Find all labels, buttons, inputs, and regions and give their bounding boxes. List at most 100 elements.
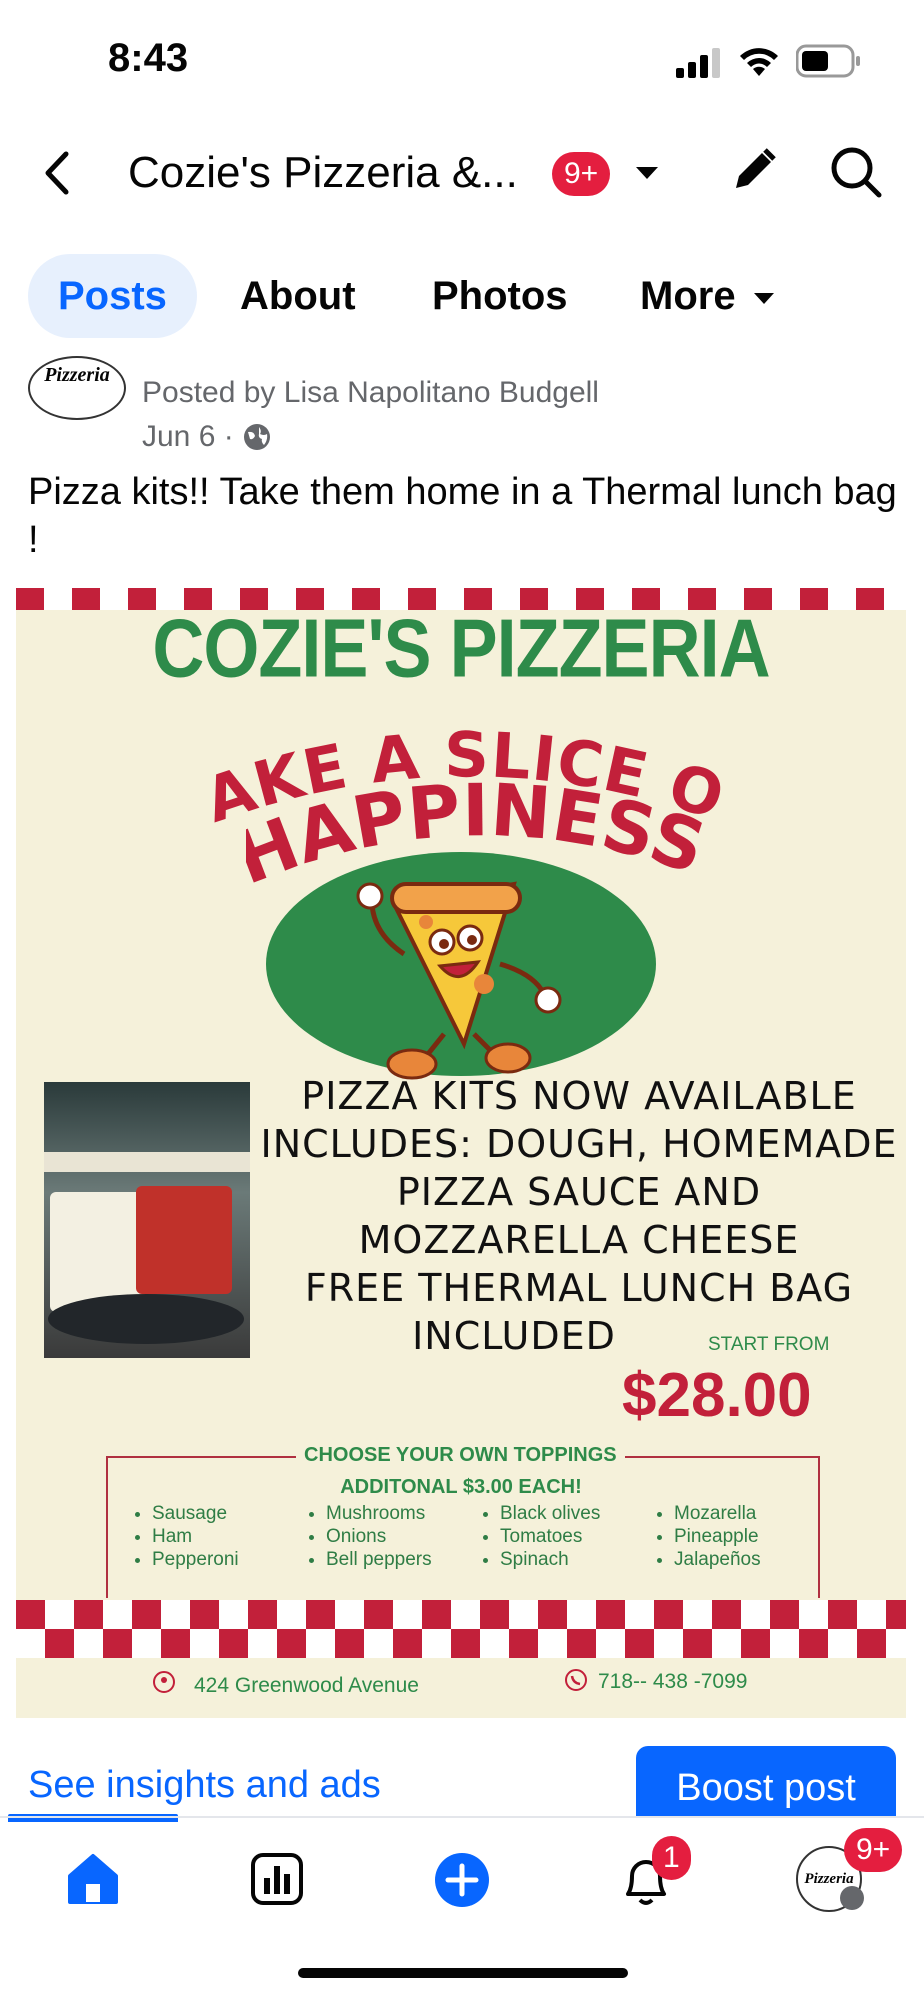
check-square [712,1600,741,1629]
check-square [451,1629,480,1658]
tab-about[interactable]: About [240,254,356,338]
topping-item: Mushrooms [326,1502,432,1525]
check-square [422,1629,451,1658]
tab-more-label: More [640,274,736,318]
check-square [248,1629,277,1658]
create-plus-icon[interactable] [434,1852,490,1913]
check-square [45,1629,74,1658]
post-image-flyer[interactable]: COZIE'S PIZZERIA MAKE A SLICE OF HAPPINE… [16,588,906,1718]
profile-avatar-text: Pizzeria [804,1871,854,1887]
post-date-row: Jun 6 · [142,420,272,454]
check-square [509,1629,538,1658]
post-text: Pizza kits!! Take them home in a Thermal… [28,471,897,561]
kit-line-4: MOZZARELLA CHEESE [358,1218,800,1262]
toppings-heading: CHOOSE YOUR OWN TOPPINGS [296,1444,625,1467]
check-square [74,1629,103,1658]
profile-badge: 9+ [844,1828,903,1872]
topping-item: Black olives [500,1502,600,1525]
tab-more[interactable]: More [640,254,775,338]
toppings-column-1: Sausage Ham Pepperoni [128,1502,239,1571]
check-square [451,1600,480,1629]
check-square [654,1600,683,1629]
home-active-indicator [8,1818,178,1822]
check-square [596,1629,625,1658]
home-icon[interactable] [66,1852,120,1911]
back-button[interactable] [38,148,78,198]
check-square [683,1600,712,1629]
check-square [219,1600,248,1629]
menu-icon [840,1886,864,1910]
check-square [567,1600,596,1629]
globe-icon [244,424,271,450]
avatar-logo-text: Pizzeria [44,364,110,386]
toppings-column-4: Mozarella Pineapple Jalapeños [650,1502,761,1571]
check-square [567,1629,596,1658]
edit-pencil-icon[interactable] [730,146,778,199]
search-icon[interactable] [828,144,884,205]
check-square [799,1629,828,1658]
check-square [103,1629,132,1658]
topping-item: Pepperoni [152,1548,239,1571]
check-square [74,1600,103,1629]
tab-photos[interactable]: Photos [432,254,568,338]
avatar[interactable]: Pizzeria [28,356,126,420]
toppings-subheading: ADDITONAL $3.00 EACH! [340,1476,582,1498]
check-square [625,1629,654,1658]
check-square [828,1629,857,1658]
check-square [161,1600,190,1629]
flyer-title: COZIE'S PIZZERIA [152,603,770,695]
check-square [16,1600,45,1629]
check-square [132,1600,161,1629]
topping-item: Mozarella [674,1502,761,1525]
check-square [741,1600,770,1629]
topping-item: Spinach [500,1548,600,1571]
post-author[interactable]: Posted by Lisa Napolitano Budgell [142,376,599,410]
topping-item: Bell peppers [326,1548,432,1571]
post-date[interactable]: Jun 6 [142,420,215,453]
check-square [741,1629,770,1658]
topping-item: Sausage [152,1502,239,1525]
check-square [625,1600,654,1629]
insights-chart-icon[interactable] [250,1852,304,1911]
check-square [132,1629,161,1658]
tab-posts[interactable]: Posts [28,254,197,338]
kit-line-3: PIZZA SAUCE AND [396,1170,762,1214]
kit-line-2: INCLUDES: DOUGH, HOMEMADE [260,1122,898,1166]
header-notifications-badge[interactable]: 9+ [552,152,611,196]
topping-item: Tomatoes [500,1525,600,1548]
phone-icon [565,1669,587,1691]
chevron-down-icon[interactable] [634,164,660,187]
topping-item: Onions [326,1525,432,1548]
check-square [480,1629,509,1658]
check-square [16,1629,45,1658]
check-square [45,1600,74,1629]
check-square [190,1629,219,1658]
check-square [306,1629,335,1658]
kit-line-1: PIZZA KITS NOW AVAILABLE [301,1074,857,1118]
battery-icon [795,44,862,83]
wifi-icon [738,44,780,83]
checkered-band [16,1600,906,1658]
check-square [393,1629,422,1658]
pizza-kit-photo [44,1082,250,1358]
home-indicator [298,1968,628,1978]
see-insights-link[interactable]: See insights and ads [28,1764,381,1807]
check-square [654,1629,683,1658]
topping-item: Pineapple [674,1525,761,1548]
topping-item: Jalapeños [674,1548,761,1571]
check-square [190,1600,219,1629]
page-title[interactable]: Cozie's Pizzeria &... [128,148,518,198]
price: $28.00 [622,1361,812,1430]
check-square [683,1629,712,1658]
kit-line-5: FREE THERMAL LUNCH BAG [304,1266,854,1310]
check-square [886,1629,906,1658]
address: 424 Greenwood Avenue [194,1674,419,1697]
phone: 718-- 438 -7099 [598,1670,748,1693]
check-square [364,1629,393,1658]
check-square [799,1600,828,1629]
check-square [886,1600,906,1629]
check-square [857,1629,886,1658]
check-square [857,1600,886,1629]
check-square [538,1600,567,1629]
boost-post-button[interactable]: Boost post [636,1746,896,1822]
